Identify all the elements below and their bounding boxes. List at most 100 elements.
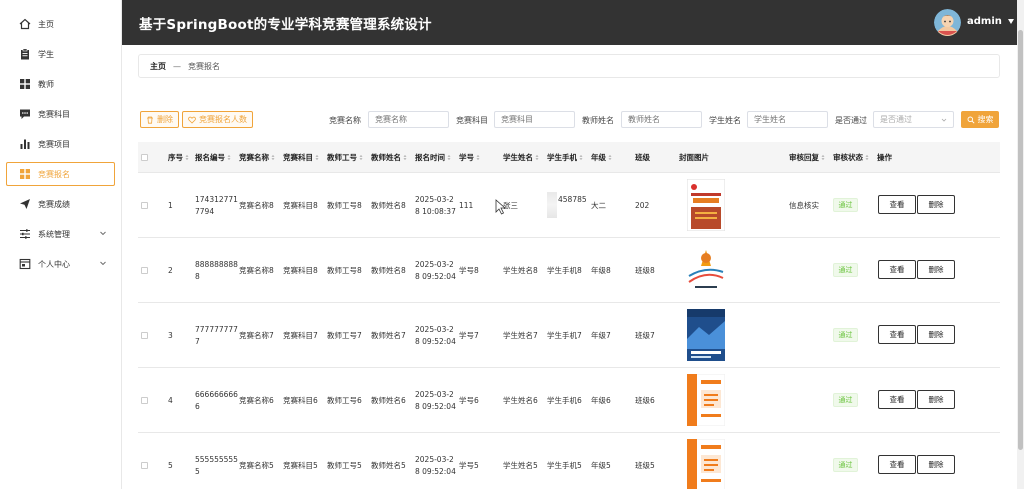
filter-label-subject: 竞赛科目 [456, 116, 488, 125]
sidebar-item-teachers[interactable]: 教师 [6, 72, 115, 96]
table-header: 序号 报名编号 竞赛名称 竞赛科目 教师工号 教师姓名 报名时间 学号 学生姓名… [138, 142, 1000, 173]
sidebar-item-label: 竞赛项目 [38, 139, 70, 149]
sidebar-item-label: 竞赛成绩 [38, 199, 70, 209]
trash-icon [147, 116, 153, 124]
chevron-down-icon [100, 261, 106, 266]
row-teacher-name: 教师姓名5 [371, 461, 406, 470]
col-index[interactable]: 序号 [168, 152, 189, 163]
col-teacher-no[interactable]: 教师工号 [327, 152, 363, 163]
user-name[interactable]: admin [967, 16, 1002, 27]
row-time: 2025-03-2 8 09:52:04 [415, 455, 456, 476]
teacher-name-input[interactable] [621, 111, 702, 128]
row-index: 3 [168, 331, 173, 340]
breadcrumb: 主页 — 竞赛报名 [138, 54, 1000, 78]
sort-icon [447, 155, 451, 160]
col-actions: 操作 [877, 153, 892, 162]
col-student-no[interactable]: 学号 [459, 152, 480, 163]
sidebar-item-subjects[interactable]: 竞赛科目 [6, 102, 115, 126]
sidebar-item-profile[interactable]: 个人中心 [6, 252, 115, 276]
sort-icon [579, 155, 583, 160]
col-code[interactable]: 报名编号 [195, 152, 231, 163]
row-student-name: 学生姓名6 [503, 396, 538, 405]
delete-button[interactable]: 删除 [917, 455, 955, 474]
sidebar-item-system[interactable]: 系统管理 [6, 222, 115, 246]
sidebar-item-registration[interactable]: 竞赛报名 [6, 162, 115, 186]
row-class: 班级8 [635, 266, 655, 275]
row-code: 888888888 8 [195, 260, 238, 281]
row-time: 2025-03-2 8 10:08:37 [415, 195, 456, 216]
col-teacher-name[interactable]: 教师姓名 [371, 152, 407, 163]
sort-icon [821, 155, 825, 160]
view-button[interactable]: 查看 [878, 455, 916, 474]
col-cover: 封面图片 [679, 153, 709, 162]
sidebar: 主页 学生 教师 竞赛科目 竞赛项目 竞赛报名 竞赛成绩 系统管理 个人中心 [0, 0, 122, 489]
col-phone[interactable]: 学生手机 [547, 152, 583, 163]
row-index: 4 [168, 396, 173, 405]
delete-button[interactable]: 删除 [917, 390, 955, 409]
row-checkbox[interactable] [141, 462, 148, 469]
row-class: 202 [635, 201, 650, 210]
search-button[interactable]: 搜索 [961, 111, 999, 128]
registration-stats-label: 竞赛报名人数 [199, 115, 247, 124]
sidebar-item-label: 竞赛科目 [38, 109, 70, 119]
sidebar-item-home[interactable]: 主页 [6, 12, 115, 36]
sidebar-item-label: 学生 [38, 49, 54, 59]
row-teacher-no: 教师工号8 [327, 201, 362, 210]
row-grade: 年级8 [591, 266, 611, 275]
view-button[interactable]: 查看 [878, 390, 916, 409]
cover-image[interactable] [687, 244, 725, 296]
col-comp-name[interactable]: 竞赛名称 [239, 152, 275, 163]
col-time[interactable]: 报名时间 [415, 152, 451, 163]
avatar[interactable] [934, 9, 961, 36]
row-comp-name: 竞赛名称6 [239, 396, 274, 405]
row-time: 2025-03-2 8 09:52:04 [415, 390, 456, 411]
view-button[interactable]: 查看 [878, 195, 916, 214]
cover-image[interactable] [687, 309, 725, 361]
row-teacher-name: 教师姓名8 [371, 266, 406, 275]
filter-label-passed: 是否通过 [835, 116, 867, 125]
sidebar-item-projects[interactable]: 竞赛项目 [6, 132, 115, 156]
select-all-checkbox[interactable] [141, 154, 148, 161]
row-grade: 年级7 [591, 331, 611, 340]
delete-button[interactable]: 删除 [917, 195, 955, 214]
row-teacher-name: 教师姓名6 [371, 396, 406, 405]
status-badge: 通过 [833, 328, 858, 342]
comp-name-input[interactable] [368, 111, 449, 128]
student-name-input[interactable] [747, 111, 828, 128]
view-button[interactable]: 查看 [878, 325, 916, 344]
subject-input[interactable] [494, 111, 575, 128]
grid-icon [18, 167, 32, 181]
breadcrumb-home[interactable]: 主页 [150, 61, 166, 72]
col-subject[interactable]: 竞赛科目 [283, 152, 319, 163]
cover-image[interactable] [687, 179, 725, 231]
sidebar-item-students[interactable]: 学生 [6, 42, 115, 66]
delete-button[interactable]: 删除 [917, 260, 955, 279]
col-grade[interactable]: 年级 [591, 152, 612, 163]
sidebar-item-label: 竞赛报名 [38, 169, 70, 179]
row-grade: 年级6 [591, 396, 611, 405]
passed-select[interactable]: 是否通过 [873, 111, 954, 128]
delete-button[interactable]: 删除 [917, 325, 955, 344]
row-checkbox[interactable] [141, 267, 148, 274]
view-button[interactable]: 查看 [878, 260, 916, 279]
cover-image[interactable] [687, 439, 725, 489]
sidebar-item-scores[interactable]: 竞赛成绩 [6, 192, 115, 216]
status-badge: 通过 [833, 458, 858, 472]
cover-image[interactable] [687, 374, 725, 426]
batch-delete-label: 删除 [157, 115, 173, 124]
row-index: 2 [168, 266, 173, 275]
batch-delete-button[interactable]: 删除 [140, 111, 179, 128]
col-student-name[interactable]: 学生姓名 [503, 152, 539, 163]
row-checkbox[interactable] [141, 397, 148, 404]
table-row: 5 555555555 5 竞赛名称5 竞赛科目5 教师工号5 教师姓名5 202… [138, 433, 1000, 489]
col-status[interactable]: 审核状态 [833, 152, 869, 163]
row-checkbox[interactable] [141, 202, 148, 209]
row-checkbox[interactable] [141, 332, 148, 339]
row-subject: 竞赛科目7 [283, 331, 318, 340]
registration-stats-button[interactable]: 竞赛报名人数 [182, 111, 253, 128]
app-title: 基于SpringBoot的专业学科竞赛管理系统设计 [139, 17, 432, 33]
scrollbar-thumb[interactable] [1018, 30, 1023, 450]
sidebar-item-label: 系统管理 [38, 229, 70, 239]
col-reply[interactable]: 审核回复 [789, 152, 825, 163]
caret-down-icon[interactable] [1008, 19, 1014, 24]
